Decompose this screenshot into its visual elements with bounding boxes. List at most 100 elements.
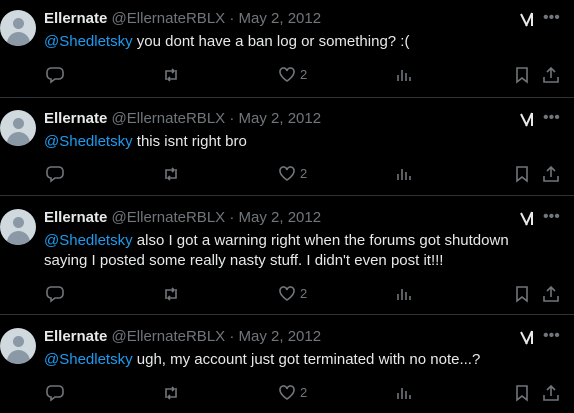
share-icon	[543, 165, 559, 182]
share-icon	[543, 66, 559, 83]
separator: ·	[229, 10, 235, 27]
tweet-date[interactable]: May 2, 2012	[239, 10, 322, 27]
tweet-header: Ellernate @EllernateRBLX · May 2, 2012	[44, 327, 321, 347]
grok-icon[interactable]	[518, 111, 536, 129]
share-button[interactable]	[542, 64, 560, 84]
reply-button[interactable]	[46, 283, 64, 303]
avatar[interactable]	[0, 10, 36, 46]
tweet-text: @Shedletsky you dont have a ban log or s…	[44, 32, 554, 52]
share-button[interactable]	[542, 163, 560, 183]
author-handle[interactable]: @EllernateRBLX	[112, 110, 226, 127]
like-button[interactable]: 2	[278, 163, 307, 183]
retweet-button[interactable]	[162, 163, 180, 183]
bookmark-button[interactable]	[513, 64, 531, 84]
separator: ·	[229, 110, 235, 127]
divider	[0, 314, 574, 315]
more-icon[interactable]: •••	[543, 208, 561, 226]
author-handle[interactable]: @EllernateRBLX	[112, 328, 226, 345]
like-count: 2	[300, 285, 308, 301]
separator: ·	[229, 328, 235, 345]
tweet-date[interactable]: May 2, 2012	[239, 328, 322, 345]
avatar[interactable]	[0, 328, 36, 364]
like-button[interactable]: 2	[278, 64, 307, 84]
tweet-text: @Shedletsky this isnt right bro	[44, 132, 554, 152]
tweet-body: this isnt right bro	[132, 133, 247, 150]
tweet-date[interactable]: May 2, 2012	[239, 110, 322, 127]
heart-icon	[279, 285, 295, 301]
tweet-body: you dont have a ban log or something? :(	[132, 33, 410, 50]
retweet-button[interactable]	[162, 64, 180, 84]
more-icon[interactable]: •••	[543, 9, 561, 27]
author-handle[interactable]: @EllernateRBLX	[112, 209, 226, 226]
author-handle[interactable]: @EllernateRBLX	[112, 10, 226, 27]
bookmark-button[interactable]	[513, 382, 531, 402]
share-icon	[543, 285, 559, 302]
reply-button[interactable]	[46, 382, 64, 402]
retweet-icon	[165, 166, 177, 181]
views-icon	[397, 168, 411, 180]
tweet-text: @Shedletsky also I got a warning right w…	[44, 231, 554, 271]
like-button[interactable]: 2	[278, 382, 307, 402]
tweet-actions: 2	[0, 283, 574, 303]
retweet-icon	[165, 385, 177, 400]
grok-icon[interactable]	[518, 11, 536, 29]
mention-link[interactable]: @Shedletsky	[44, 232, 133, 249]
like-button[interactable]: 2	[278, 283, 307, 303]
author-name[interactable]: Ellernate	[44, 328, 107, 345]
like-count: 2	[300, 165, 308, 181]
mention-link[interactable]: @Shedletsky	[44, 33, 133, 50]
like-count: 2	[300, 66, 308, 82]
share-button[interactable]	[542, 382, 560, 402]
views-icon	[397, 387, 411, 399]
mention-link[interactable]: @Shedletsky	[44, 351, 133, 368]
views-button[interactable]	[395, 163, 413, 183]
reply-icon	[46, 285, 64, 303]
tweet-header: Ellernate @EllernateRBLX · May 2, 2012	[44, 9, 321, 29]
views-icon	[397, 288, 411, 300]
tweet-header: Ellernate @EllernateRBLX · May 2, 2012	[44, 208, 321, 228]
tweet-date[interactable]: May 2, 2012	[239, 209, 322, 226]
reply-icon	[46, 384, 64, 402]
views-button[interactable]	[395, 382, 413, 402]
share-button[interactable]	[542, 283, 560, 303]
divider	[0, 195, 574, 196]
views-button[interactable]	[395, 64, 413, 84]
bookmark-icon	[516, 384, 528, 402]
retweet-button[interactable]	[162, 382, 180, 402]
reply-icon	[46, 165, 64, 183]
mention-link[interactable]: @Shedletsky	[44, 133, 133, 150]
divider	[0, 97, 574, 98]
bookmark-icon	[516, 66, 528, 84]
author-name[interactable]: Ellernate	[44, 209, 107, 226]
avatar[interactable]	[0, 209, 36, 245]
tweet[interactable]: Ellernate @EllernateRBLX · May 2, 2012 •…	[0, 318, 574, 413]
tweet-body: ugh, my account just got terminated with…	[132, 351, 481, 368]
bookmark-button[interactable]	[513, 283, 531, 303]
reply-button[interactable]	[46, 64, 64, 84]
retweet-icon	[165, 286, 177, 301]
heart-icon	[279, 384, 295, 400]
reply-button[interactable]	[46, 163, 64, 183]
tweet-actions: 2	[0, 163, 574, 183]
retweet-icon	[165, 67, 177, 82]
author-name[interactable]: Ellernate	[44, 110, 107, 127]
grok-icon[interactable]	[518, 210, 536, 228]
tweet[interactable]: Ellernate @EllernateRBLX · May 2, 2012 •…	[0, 0, 574, 97]
bookmark-icon	[516, 165, 528, 183]
author-name[interactable]: Ellernate	[44, 10, 107, 27]
bookmark-button[interactable]	[513, 163, 531, 183]
more-icon[interactable]: •••	[543, 327, 561, 345]
views-button[interactable]	[395, 283, 413, 303]
tweet[interactable]: Ellernate @EllernateRBLX · May 2, 2012 •…	[0, 100, 574, 195]
more-icon[interactable]: •••	[543, 109, 561, 127]
avatar[interactable]	[0, 110, 36, 146]
separator: ·	[229, 209, 235, 226]
like-count: 2	[300, 384, 308, 400]
tweet-header: Ellernate @EllernateRBLX · May 2, 2012	[44, 109, 321, 129]
grok-icon[interactable]	[518, 329, 536, 347]
tweet-actions: 2	[0, 382, 574, 402]
tweet-actions: 2	[0, 64, 574, 84]
heart-icon	[279, 66, 295, 82]
retweet-button[interactable]	[162, 283, 180, 303]
tweet[interactable]: Ellernate @EllernateRBLX · May 2, 2012 •…	[0, 199, 574, 314]
